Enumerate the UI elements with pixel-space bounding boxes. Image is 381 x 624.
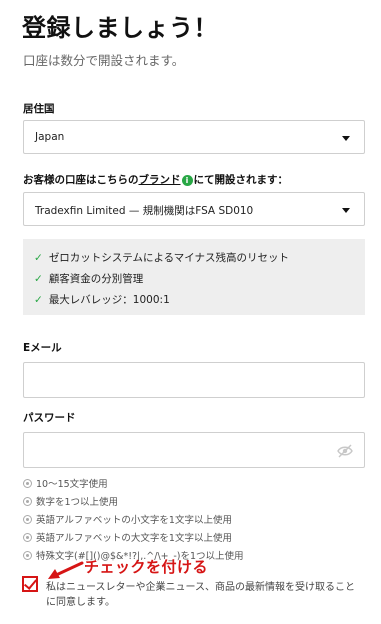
page-subtitle: 口座は数分で開設されます。	[23, 53, 185, 68]
brand-label-suffix: にて開設されます：	[193, 174, 289, 186]
password-rule: 英語アルファベットの大文字を1文字以上使用	[23, 530, 232, 544]
annotation-arrow-icon	[48, 561, 84, 579]
consent-text: 私はニュースレターや企業ニュース、商品の最新情報を受け取ることに同意します。	[46, 582, 355, 608]
password-rule: 英語アルファベットの小文字を1文字以上使用	[23, 512, 232, 526]
password-rule: 数字を1つ以上使用	[23, 494, 118, 508]
features-box: ✓ ゼロカットシステムによるマイナス残高のリセット ✓ 顧客資金の分別管理 ✓ 最大レ…	[23, 239, 365, 315]
rule-status-icon	[23, 533, 32, 542]
feature-item: ✓ 最大レバレッジ：1000:1	[34, 294, 170, 306]
consent-checkbox[interactable]	[22, 576, 38, 592]
chevron-down-icon	[342, 208, 350, 213]
brand-link[interactable]: ブランド	[139, 174, 181, 186]
password-rule: 10～15文字使用	[23, 476, 108, 490]
annotation-text: チェックを付ける	[84, 558, 209, 576]
rule-status-icon	[23, 497, 32, 506]
password-label: パスワード	[23, 412, 76, 424]
rule-status-icon	[23, 515, 32, 524]
rule-status-icon	[23, 479, 32, 488]
brand-value: Tradexfin Limited — 規制機関はFSA SD010	[35, 205, 254, 217]
feature-item: ✓ ゼロカットシステムによるマイナス残高のリセット	[34, 252, 290, 264]
check-icon: ✓	[34, 294, 43, 306]
email-label: Eメール	[23, 342, 62, 354]
brand-select[interactable]: Tradexfin Limited — 規制機関はFSA SD010	[23, 192, 365, 226]
info-icon[interactable]: i	[181, 174, 193, 186]
residence-select[interactable]: Japan	[23, 120, 365, 154]
rule-status-icon	[23, 551, 32, 560]
password-field[interactable]	[23, 432, 365, 468]
eye-slash-icon[interactable]	[337, 444, 353, 458]
brand-label: お客様の口座はこちらのブランド i にて開設されます：	[23, 172, 288, 187]
check-icon: ✓	[34, 273, 43, 285]
feature-item: ✓ 顧客資金の分別管理	[34, 273, 144, 285]
residence-label: 居住国	[23, 103, 55, 115]
registration-form: 登録しましょう！ 口座は数分で開設されます。 居住国 Japan お客様の口座は…	[0, 0, 381, 624]
check-icon: ✓	[34, 252, 43, 264]
checkmark-icon	[23, 576, 38, 590]
residence-value: Japan	[35, 131, 65, 143]
chevron-down-icon	[342, 136, 350, 141]
page-title: 登録しましょう！	[22, 14, 218, 42]
brand-label-prefix: お客様の口座はこちらの	[23, 174, 139, 186]
email-field[interactable]	[23, 362, 365, 398]
